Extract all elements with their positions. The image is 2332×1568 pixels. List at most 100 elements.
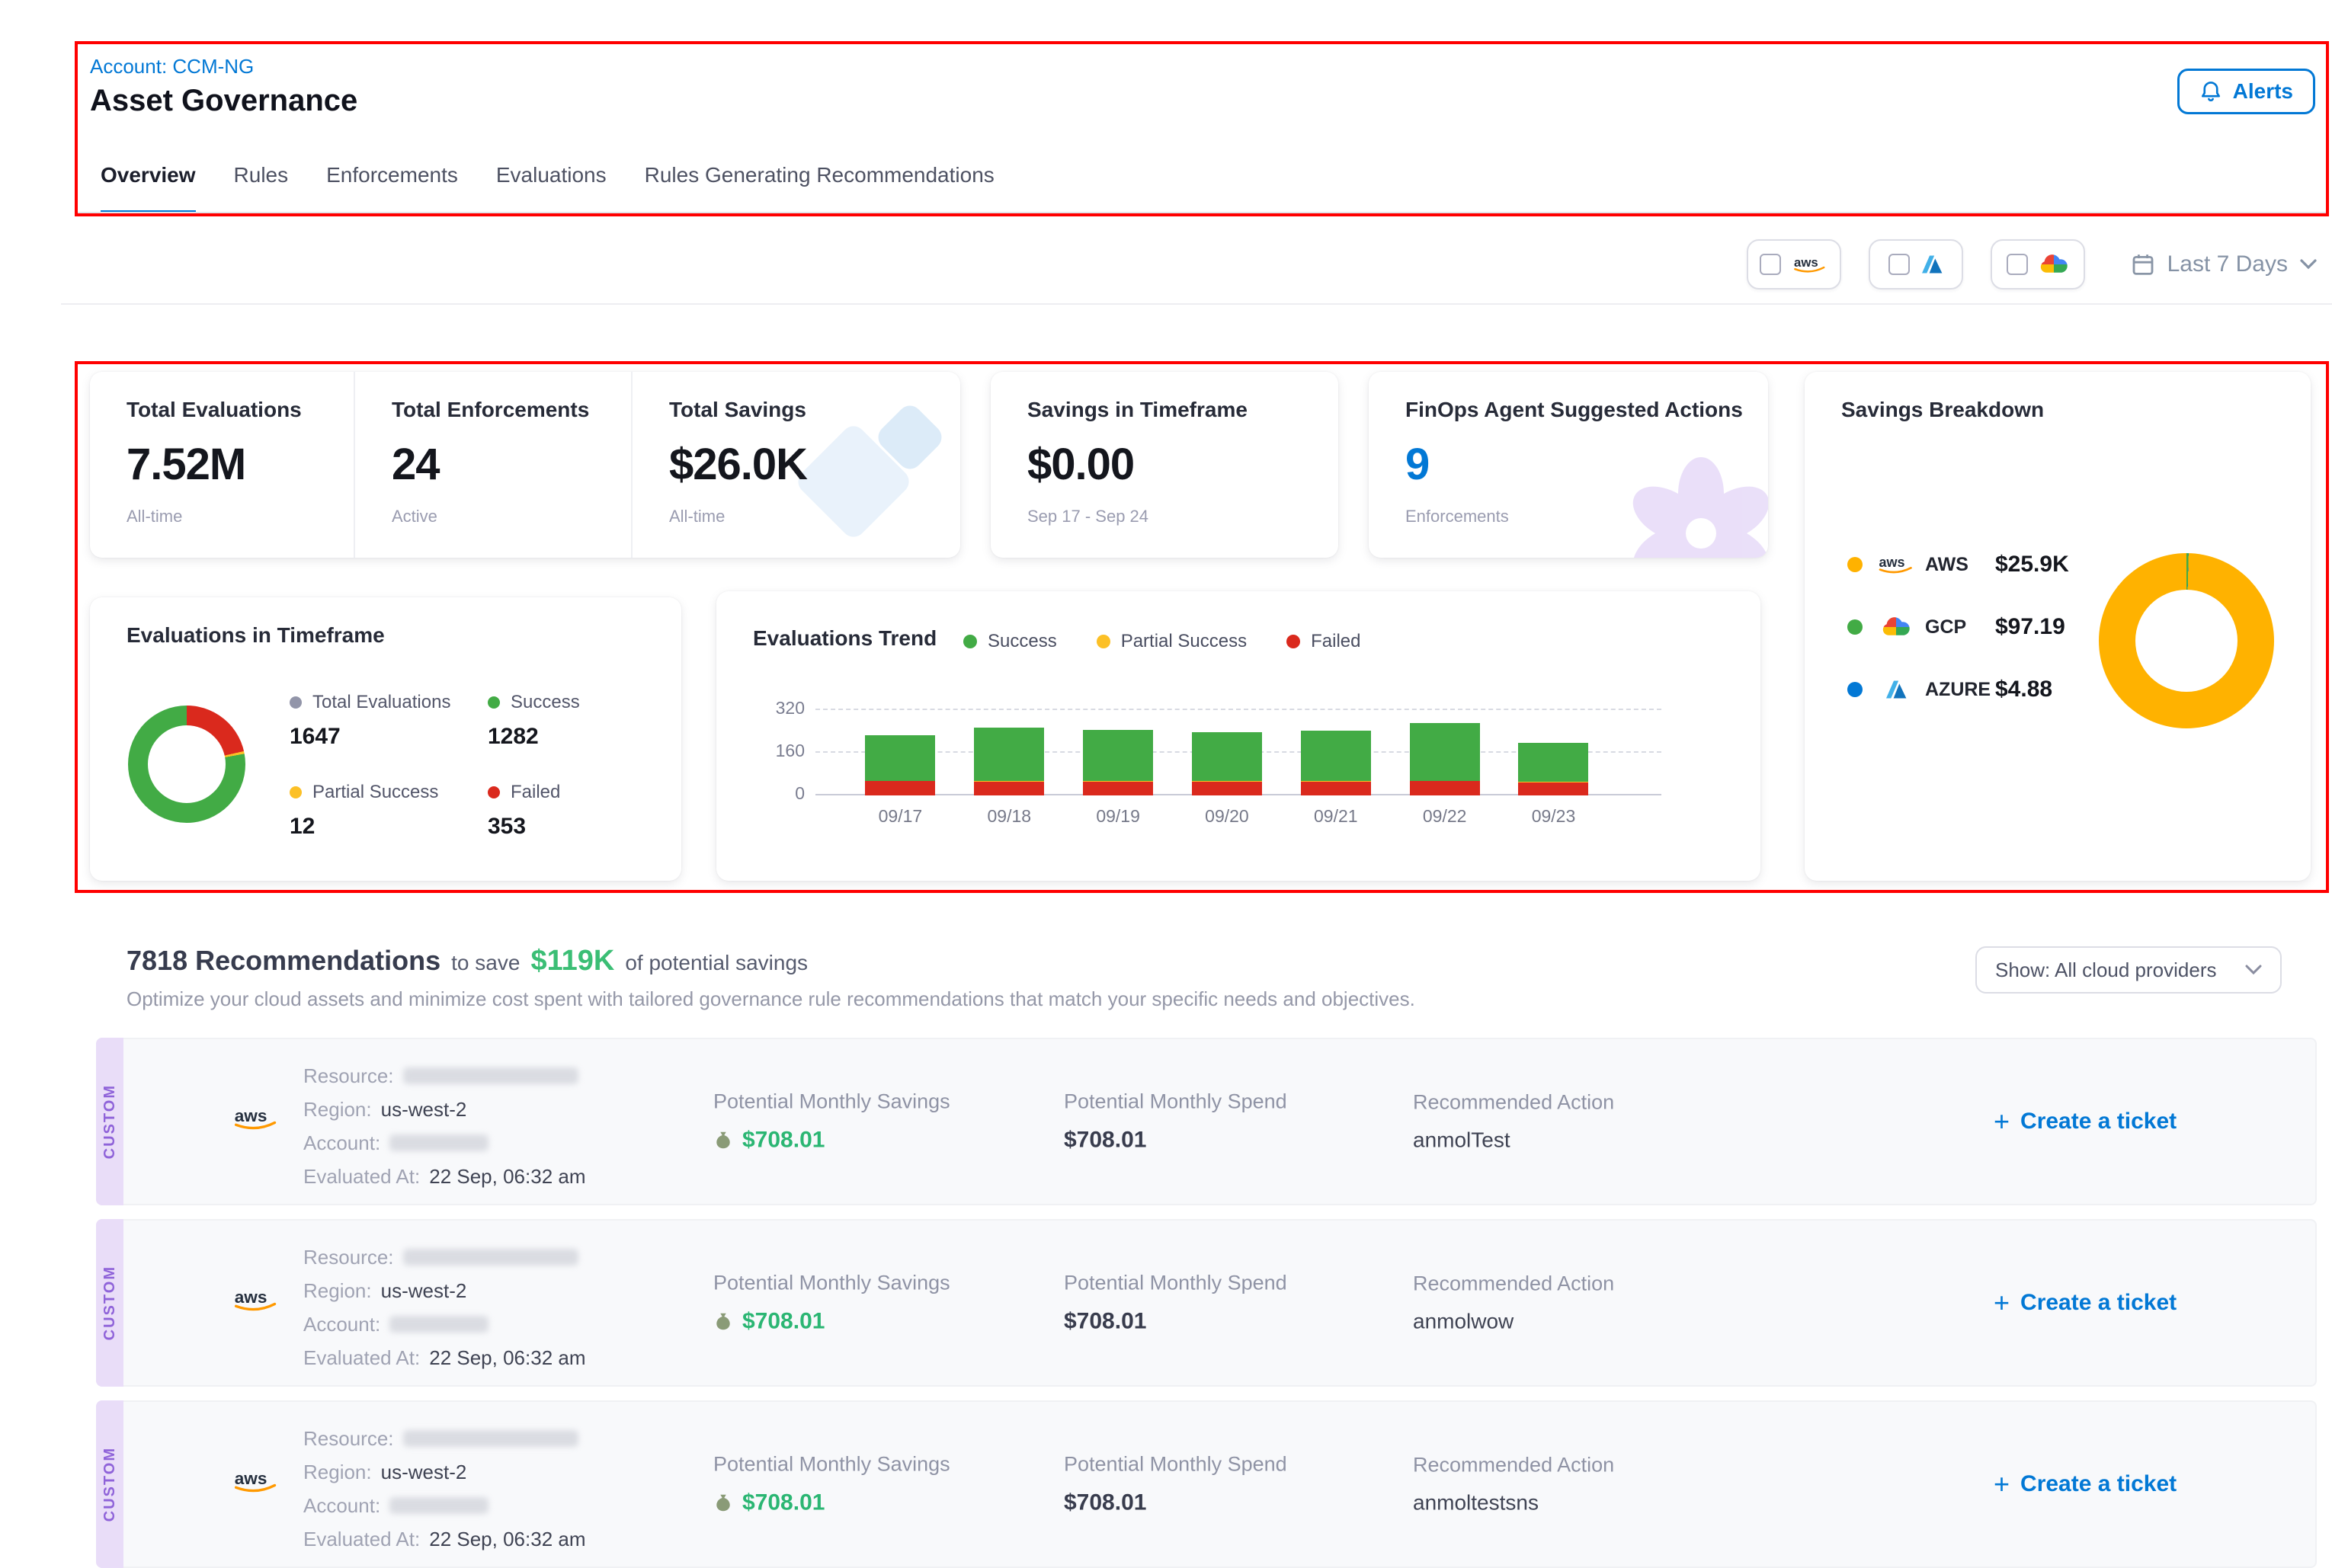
bar-group [1083,730,1153,795]
region-value: us-west-2 [381,1279,467,1303]
tab-bar: Overview Rules Enforcements Evaluations … [101,163,995,215]
plus-icon: + [1994,1292,2010,1314]
stat-caption: All-time [669,507,960,526]
svg-text:aws: aws [235,1469,267,1488]
custom-tag-label: CUSTOM [101,1266,119,1340]
stat-title: Total Enforcements [392,398,631,422]
azure-checkbox[interactable] [1888,254,1910,275]
chevron-down-icon [2245,965,2262,975]
potential-monthly-savings: Potential Monthly Savings $708.01 [713,1090,950,1154]
evaluated-at-label: Evaluated At: [303,1165,420,1189]
create-ticket-label: Create a ticket [2020,1471,2177,1497]
x-axis-label: 09/20 [1192,806,1262,827]
tab-enforcements[interactable]: Enforcements [326,163,458,215]
cloud-provider-filter[interactable]: Show: All cloud providers [1975,946,2282,994]
stat-caption: Sep 17 - Sep 24 [1027,507,1338,526]
action-value: anmolTest [1413,1128,1614,1153]
provider-filter-azure[interactable] [1869,239,1963,290]
alerts-label: Alerts [2233,79,2293,104]
resource-info: Resource: Region:us-west-2 Account: Eval… [303,1059,586,1193]
page-title: Asset Governance [90,84,357,118]
tab-rules-generating-recommendations[interactable]: Rules Generating Recommendations [645,163,995,215]
legend-item-failed: Failed [1286,631,1360,652]
legend-item-aws: aws AWS $25.9K [1847,552,2069,578]
stat-value: $26.0K [669,439,960,490]
provider-filter-aws[interactable]: aws [1747,239,1841,290]
evaluations-timeframe-title: Evaluations in Timeframe [127,623,645,648]
legend-label: Partial Success [1121,631,1247,652]
evaluations-legend: Total Evaluations 1647 Success 1282 Part… [290,692,686,840]
redacted-resource-value [403,1067,578,1084]
savings-in-timeframe-card: Savings in Timeframe $0.00 Sep 17 - Sep … [991,372,1338,558]
provider-filter-gcp[interactable] [1991,239,2085,290]
recommendation-row: CUSTOM aws Resource: Region:us-west-2 Ac… [96,1400,2317,1568]
failed-dot [488,786,500,798]
spend-value: $708.01 [1064,1309,1287,1335]
date-range-picker[interactable]: Last 7 Days [2131,251,2317,277]
savings-donut [2099,553,2274,728]
bar-group [1518,743,1588,795]
x-axis-label: 09/22 [1410,806,1480,827]
azure-icon [1920,254,1943,274]
date-range-label: Last 7 Days [2167,251,2288,277]
bar-segment-success [1083,730,1153,781]
recommended-action: Recommended Action anmolTest [1413,1091,1614,1153]
savings-value: $708.01 [742,1490,825,1516]
bar-segment-failed [1410,781,1480,795]
azure-legend-dot [1847,682,1863,697]
money-bag-icon [713,1493,733,1513]
azure-icon [1876,680,1916,699]
account-breadcrumb[interactable]: Account: CCM-NG [90,55,254,78]
stat-caption: Active [392,507,631,526]
tab-overview[interactable]: Overview [101,163,196,215]
gcp-checkbox[interactable] [2007,254,2028,275]
bar-group [865,735,935,795]
trend-xlabels: 09/1709/1809/1909/2009/2109/2209/23 [846,806,1608,827]
provider-savings: $4.88 [1995,677,2052,702]
create-ticket-label: Create a ticket [2020,1109,2177,1134]
action-label: Recommended Action [1413,1272,1614,1296]
donut-hole [2135,590,2238,692]
trend-bars [846,709,1608,795]
region-label: Region: [303,1461,372,1484]
potential-monthly-spend: Potential Monthly Spend $708.01 [1064,1090,1287,1154]
tab-rules[interactable]: Rules [234,163,289,215]
account-label: Account: [303,1313,380,1336]
resource-label: Resource: [303,1246,394,1269]
gcp-icon [2039,254,2069,274]
create-ticket-button[interactable]: + Create a ticket [1994,1471,2177,1497]
section-divider [61,303,2332,305]
tab-evaluations[interactable]: Evaluations [496,163,607,215]
redacted-resource-value [403,1430,578,1447]
bar-segment-failed [865,781,935,795]
aws-checkbox[interactable] [1760,254,1781,275]
savings-breakdown-title: Savings Breakdown [1841,398,2274,422]
y-axis-tick: 0 [744,783,805,804]
bar-segment-success [974,728,1044,782]
stat-title: Savings in Timeframe [1027,398,1338,422]
partial-success-dot [1097,635,1110,648]
success-dot [488,696,500,709]
evaluated-at-value: 22 Sep, 06:32 am [429,1528,585,1551]
create-ticket-button[interactable]: +Create a ticket [1994,1290,2177,1316]
plus-icon: + [1994,1474,2010,1495]
cloud-provider-filter-label: Show: All cloud providers [1995,958,2216,982]
savings-label: Potential Monthly Savings [713,1453,950,1477]
spend-label: Potential Monthly Spend [1064,1272,1287,1295]
stat-title: Total Evaluations [127,398,354,422]
evaluations-donut [128,706,245,823]
provider-savings: $25.9K [1995,552,2069,578]
legend-label: Success [988,631,1057,652]
legend-value: 1282 [488,724,686,750]
svg-text:aws: aws [1879,555,1905,570]
alerts-button[interactable]: Alerts [2177,69,2315,114]
account-label: Account: [303,1131,380,1155]
stat-value: $0.00 [1027,439,1338,490]
create-ticket-button[interactable]: +Create a ticket [1994,1109,2177,1134]
savings-breakdown-card: Savings Breakdown aws AWS $25.9K GCP $97… [1805,372,2311,881]
x-axis-label: 09/23 [1518,806,1588,827]
potential-monthly-spend: Potential Monthly Spend $708.01 [1064,1453,1287,1516]
redacted-resource-value [403,1249,578,1266]
custom-tag-label: CUSTOM [101,1447,119,1522]
legend-item-gcp: GCP $97.19 [1847,614,2069,640]
